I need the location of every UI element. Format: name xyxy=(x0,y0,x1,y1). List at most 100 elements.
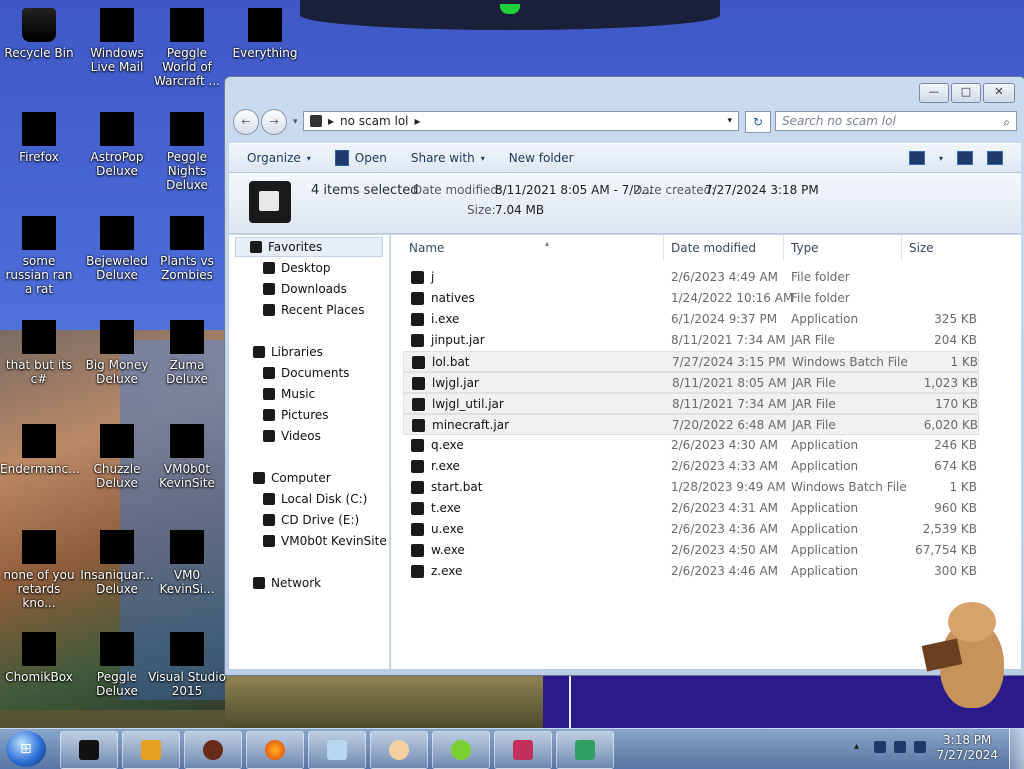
recent-pages-dropdown-icon[interactable]: ▾ xyxy=(293,117,298,127)
volume-icon[interactable] xyxy=(914,741,926,753)
breadcrumb-separator[interactable]: ▸ xyxy=(328,114,334,128)
nav-desktop[interactable]: Desktop xyxy=(263,258,331,278)
column-type[interactable]: Type xyxy=(791,235,819,261)
column-divider[interactable] xyxy=(663,235,664,261)
nav-network[interactable]: Network xyxy=(253,573,321,593)
show-desktop-button[interactable] xyxy=(1009,729,1024,769)
desktop-icon[interactable]: Big Money Deluxe xyxy=(78,320,156,386)
nav-local-disk[interactable]: Local Disk (C:) xyxy=(263,489,367,509)
desktop-icon[interactable]: AstroPop Deluxe xyxy=(78,112,156,178)
file-row[interactable]: t.exe 2/6/2023 4:31 AM Application 960 KB xyxy=(403,498,979,519)
column-divider[interactable] xyxy=(783,235,784,261)
close-button[interactable]: ✕ xyxy=(983,83,1015,103)
nav-pictures[interactable]: Pictures xyxy=(263,405,329,425)
taskbar-button[interactable] xyxy=(556,731,614,769)
taskbar-button[interactable] xyxy=(308,731,366,769)
nav-downloads[interactable]: Downloads xyxy=(263,279,347,299)
desktop-icon-label: some russian ran a rat xyxy=(5,254,73,296)
change-view-icon[interactable] xyxy=(908,151,925,165)
nav-libraries[interactable]: Libraries xyxy=(253,342,323,362)
file-row[interactable]: w.exe 2/6/2023 4:50 AM Application 67,754 K… xyxy=(403,540,979,561)
nav-recent-places[interactable]: Recent Places xyxy=(263,300,364,320)
desktop-icon[interactable]: Everything xyxy=(226,8,304,60)
address-bar[interactable]: ▸ no scam lol ▸ ▾ xyxy=(303,111,739,131)
taskbar-button[interactable] xyxy=(432,731,490,769)
desktop-icon[interactable]: Firefox xyxy=(0,112,78,164)
help-icon[interactable] xyxy=(987,151,1003,165)
show-hidden-icons-icon[interactable]: ▴ xyxy=(854,741,866,753)
open-button[interactable]: Open xyxy=(334,150,387,166)
file-row[interactable]: jinput.jar 8/11/2021 7:34 AM JAR File 204 K… xyxy=(403,330,979,351)
search-icon[interactable]: ⌕ xyxy=(1003,115,1010,130)
taskbar-button[interactable] xyxy=(184,731,242,769)
file-row[interactable]: u.exe 2/6/2023 4:36 AM Application 2,539 KB xyxy=(403,519,979,540)
maximize-button[interactable]: □ xyxy=(951,83,981,103)
clock[interactable]: 3:18 PM 7/27/2024 xyxy=(936,733,998,763)
file-row[interactable]: z.exe 2/6/2023 4:46 AM Application 300 KB xyxy=(403,561,979,582)
share-with-button[interactable]: Share with ▾ xyxy=(411,151,485,165)
desktop-icon[interactable]: Endermanc... xyxy=(0,424,80,476)
desktop-icon[interactable]: ChomikBox xyxy=(0,632,78,684)
taskbar-button[interactable] xyxy=(494,731,552,769)
file-row[interactable]: r.exe 2/6/2023 4:33 AM Application 674 KB xyxy=(403,456,979,477)
taskbar-button[interactable] xyxy=(246,731,304,769)
forward-button[interactable]: → xyxy=(261,109,287,135)
desktop-icon[interactable]: Visual Studio 2015 xyxy=(148,632,226,698)
nav-videos[interactable]: Videos xyxy=(263,426,321,446)
nav-computer[interactable]: Computer xyxy=(253,468,331,488)
desktop-icon[interactable]: VM0 KevinSi... xyxy=(148,530,226,596)
chevron-down-icon[interactable]: ▾ xyxy=(939,154,943,163)
file-row-selected[interactable]: lwjgl.jar 8/11/2021 8:05 AM JAR File 1,023 … xyxy=(403,372,979,393)
breadcrumb-current[interactable]: no scam lol xyxy=(340,114,408,128)
desktop-icon[interactable]: none of you retards kno... xyxy=(0,530,78,610)
nav-label: Favorites xyxy=(268,240,323,254)
desktop-icon[interactable]: Bejeweled Deluxe xyxy=(78,216,156,282)
file-size: 246 KB xyxy=(934,438,977,452)
file-row[interactable]: q.exe 2/6/2023 4:30 AM Application 246 KB xyxy=(403,435,979,456)
column-name[interactable]: Name ▴ xyxy=(409,235,549,261)
taskbar-button[interactable] xyxy=(60,731,118,769)
refresh-button[interactable]: ↻ xyxy=(745,111,771,133)
file-row-selected[interactable]: minecraft.jar 7/20/2022 6:48 AM JAR File 6,… xyxy=(403,414,979,435)
taskbar-button[interactable] xyxy=(122,731,180,769)
nav-favorites[interactable]: Favorites xyxy=(235,237,383,257)
file-row[interactable]: i.exe 6/1/2024 9:37 PM Application 325 KB xyxy=(403,309,979,330)
taskbar-button[interactable] xyxy=(370,731,428,769)
start-button[interactable]: ⊞ xyxy=(6,731,46,767)
desktop-icon[interactable]: some russian ran a rat xyxy=(0,216,78,296)
nav-vm-kevinsite[interactable]: VM0b0t KevinSite xyxy=(263,531,387,551)
desktop-icon[interactable]: Zuma Deluxe xyxy=(148,320,226,386)
desktop-icon[interactable]: VM0b0t KevinSite xyxy=(148,424,226,490)
file-row-selected[interactable]: lwjgl_util.jar 8/11/2021 7:34 AM JAR File 1… xyxy=(403,393,979,414)
desktop-icon[interactable]: that but its c# xyxy=(0,320,78,386)
desktop-icon[interactable]: Insaniquar... Deluxe xyxy=(78,530,156,596)
new-folder-button[interactable]: New folder xyxy=(509,151,574,165)
file-row-selected[interactable]: lol.bat 7/27/2024 3:15 PM Windows Batch Fi… xyxy=(403,351,979,372)
hamster-desktop-pet[interactable] xyxy=(920,602,1010,712)
desktop-icon[interactable]: Peggle Deluxe xyxy=(78,632,156,698)
search-input[interactable]: Search no scam lol ⌕ xyxy=(775,111,1017,131)
nav-music[interactable]: Music xyxy=(263,384,315,404)
file-row[interactable]: j 2/6/2023 4:49 AM File folder xyxy=(403,267,979,288)
organize-button[interactable]: Organize ▾ xyxy=(247,151,311,165)
desktop-icon[interactable]: Peggle Nights Deluxe xyxy=(148,112,226,192)
desktop-icon[interactable]: Recycle Bin xyxy=(0,8,78,60)
column-divider[interactable] xyxy=(901,235,902,261)
desktop-icon[interactable]: Chuzzle Deluxe xyxy=(78,424,156,490)
column-size[interactable]: Size xyxy=(909,235,934,261)
file-row[interactable]: start.bat 1/28/2023 9:49 AM Windows Batch … xyxy=(403,477,979,498)
column-date-modified[interactable]: Date modified xyxy=(671,235,756,261)
preview-pane-icon[interactable] xyxy=(957,151,973,165)
breadcrumb-separator[interactable]: ▸ xyxy=(415,114,421,128)
desktop-icon[interactable]: Windows Live Mail xyxy=(78,8,156,74)
address-dropdown-icon[interactable]: ▾ xyxy=(727,116,732,126)
display-icon[interactable] xyxy=(894,741,906,753)
minimize-button[interactable]: — xyxy=(919,83,949,103)
desktop-icon[interactable]: Peggle World of Warcraft ... xyxy=(148,8,226,88)
desktop-icon[interactable]: Plants vs Zombies xyxy=(148,216,226,282)
action-center-icon[interactable] xyxy=(874,741,886,753)
nav-documents[interactable]: Documents xyxy=(263,363,349,383)
back-button[interactable]: ← xyxy=(233,109,259,135)
nav-cd-drive[interactable]: CD Drive (E:) xyxy=(263,510,359,530)
file-row[interactable]: natives 1/24/2022 10:16 AM File folder xyxy=(403,288,979,309)
